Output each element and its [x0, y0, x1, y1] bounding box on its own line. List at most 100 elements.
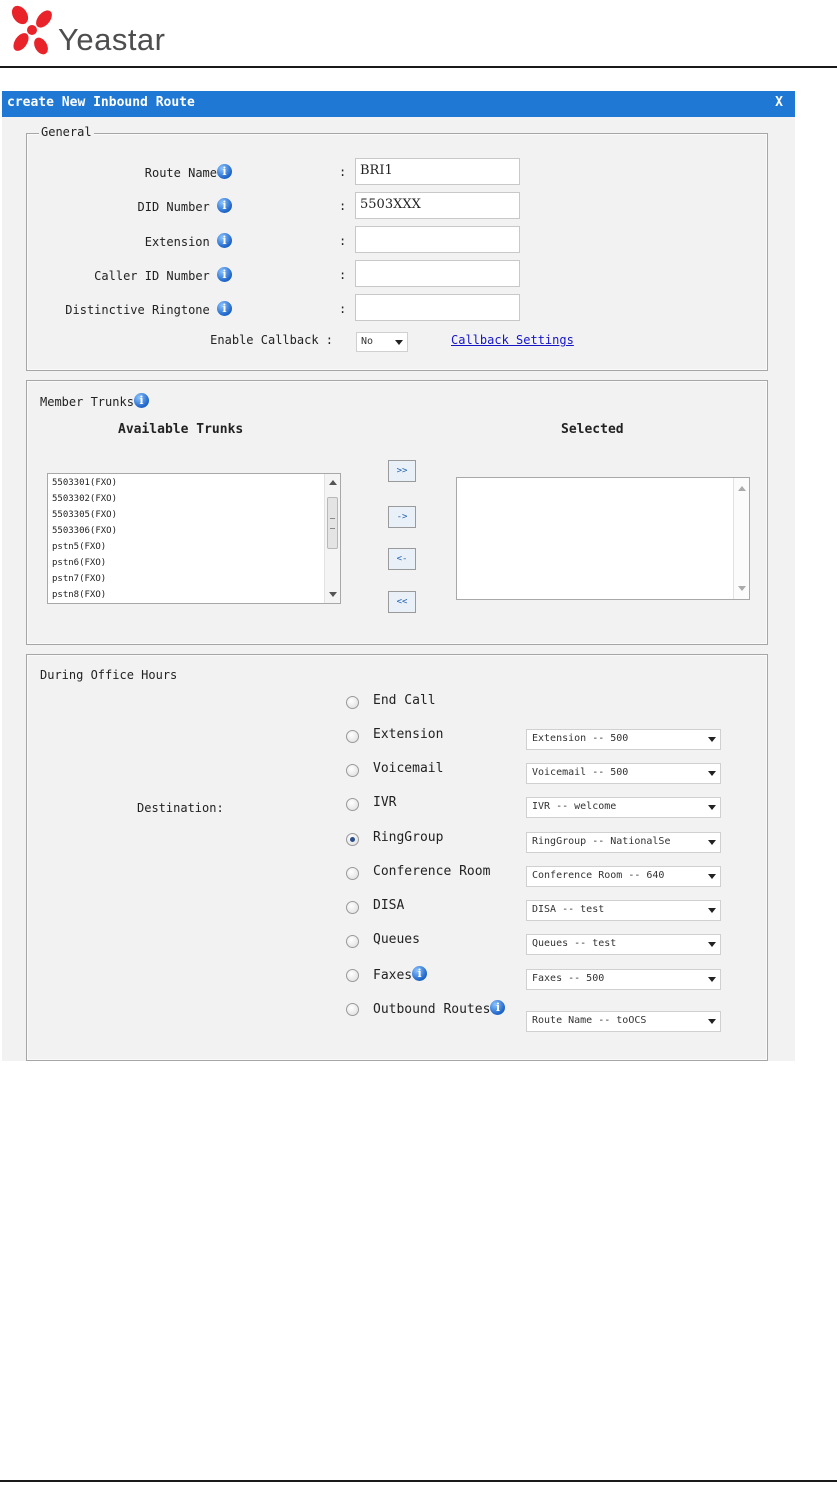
- extension-select[interactable]: Extension -- 500: [526, 729, 721, 750]
- faxes-select[interactable]: Faxes -- 500: [526, 969, 721, 990]
- dialog-titlebar: create New Inbound Route X: [2, 91, 795, 117]
- add-all-button[interactable]: >>: [388, 460, 416, 482]
- disa-select[interactable]: DISA -- test: [526, 900, 721, 921]
- trunk-list-item[interactable]: 5503306(FXO): [48, 523, 340, 539]
- office-hours-legend: During Office Hours: [38, 668, 180, 682]
- chevron-down-icon: [708, 942, 716, 947]
- enable-callback-select[interactable]: No: [356, 332, 408, 352]
- close-button[interactable]: X: [775, 95, 783, 110]
- info-icon[interactable]: i: [217, 233, 232, 248]
- trunk-list-item[interactable]: pstn5(FXO): [48, 539, 340, 555]
- enable-callback-value: No: [361, 336, 374, 347]
- chevron-down-icon: [708, 908, 716, 913]
- radio-ringgroup[interactable]: [346, 833, 359, 846]
- radio-extension[interactable]: [346, 730, 359, 743]
- radio-label-extension[interactable]: Extension: [373, 727, 443, 742]
- trunk-list-item[interactable]: 5503305(FXO): [48, 507, 340, 523]
- extension-input[interactable]: [355, 226, 520, 253]
- radio-label-faxes[interactable]: Faxes i: [373, 966, 428, 983]
- conference-room-select[interactable]: Conference Room -- 640: [526, 866, 721, 887]
- scroll-up-icon[interactable]: [329, 480, 337, 485]
- scrollbar[interactable]: [733, 478, 749, 599]
- selected-trunks-header: Selected: [561, 422, 624, 437]
- chevron-down-icon: [708, 737, 716, 742]
- voicemail-select[interactable]: Voicemail -- 500: [526, 763, 721, 784]
- route-name-label: Route Name i: [145, 164, 232, 180]
- remove-all-button[interactable]: <<: [388, 591, 416, 613]
- remove-button[interactable]: <-: [388, 548, 416, 570]
- route-name-input[interactable]: BRI1: [355, 158, 520, 185]
- trunk-list-item[interactable]: pstn6(FXO): [48, 555, 340, 571]
- faxes-select-value: Faxes -- 500: [532, 973, 605, 984]
- radio-end-call[interactable]: [346, 696, 359, 709]
- scroll-down-icon[interactable]: [738, 586, 746, 591]
- ringgroup-select[interactable]: RingGroup -- NationalSe: [526, 832, 721, 853]
- enable-callback-label: Enable Callback :: [210, 333, 333, 347]
- trunk-list-item[interactable]: 5503301(FXO): [48, 475, 340, 491]
- radio-disa[interactable]: [346, 901, 359, 914]
- trunk-list-item[interactable]: pstn8(FXO): [48, 587, 340, 603]
- queues-select[interactable]: Queues -- test: [526, 934, 721, 955]
- radio-faxes[interactable]: [346, 969, 359, 982]
- scroll-down-icon[interactable]: [329, 592, 337, 597]
- general-panel: General Route Name i : BRI1 DID Number i …: [26, 125, 768, 371]
- did-number-label: DID Number i: [138, 198, 232, 214]
- info-icon[interactable]: i: [217, 301, 232, 316]
- disa-select-value: DISA -- test: [532, 904, 605, 915]
- ringtone-label: Distinctive Ringtone i: [65, 301, 232, 317]
- info-icon[interactable]: i: [217, 267, 232, 282]
- caller-id-input[interactable]: [355, 260, 520, 287]
- selected-trunks-list[interactable]: [456, 477, 750, 600]
- radio-label-ringgroup[interactable]: RingGroup: [373, 830, 443, 845]
- scroll-thumb[interactable]: [327, 497, 338, 549]
- trunk-list-item[interactable]: 5503302(FXO): [48, 491, 340, 507]
- queues-select-value: Queues -- test: [532, 938, 617, 949]
- colon: :: [339, 234, 347, 248]
- trunk-list-item[interactable]: pstn7(FXO): [48, 571, 340, 587]
- info-icon[interactable]: i: [217, 164, 232, 179]
- callback-settings-link[interactable]: Callback Settings: [451, 333, 574, 347]
- did-number-input[interactable]: 5503XXX: [355, 192, 520, 219]
- radio-label-conference-room[interactable]: Conference Room: [373, 864, 490, 879]
- add-button[interactable]: ->: [388, 506, 416, 528]
- colon: :: [339, 302, 347, 316]
- radio-label-voicemail[interactable]: Voicemail: [373, 761, 443, 776]
- radio-label-outbound-routes[interactable]: Outbound Routes i: [373, 1000, 506, 1017]
- voicemail-select-value: Voicemail -- 500: [532, 767, 629, 778]
- radio-voicemail[interactable]: [346, 764, 359, 777]
- ringtone-input[interactable]: [355, 294, 520, 321]
- footer-divider: [0, 1480, 837, 1482]
- info-icon[interactable]: i: [217, 198, 232, 213]
- radio-label-disa[interactable]: DISA: [373, 898, 404, 913]
- info-icon[interactable]: i: [133, 393, 149, 408]
- dialog-title: create New Inbound Route: [7, 95, 195, 110]
- radio-queues[interactable]: [346, 935, 359, 948]
- yeastar-logo: Yeastar: [6, 2, 176, 64]
- radio-label-end-call[interactable]: End Call: [373, 693, 436, 708]
- radio-conference-room[interactable]: [346, 867, 359, 880]
- colon: :: [339, 268, 347, 282]
- info-icon[interactable]: i: [490, 1000, 506, 1015]
- chevron-down-icon: [708, 840, 716, 845]
- chevron-down-icon: [708, 805, 716, 810]
- radio-ivr[interactable]: [346, 798, 359, 811]
- scrollbar[interactable]: [324, 474, 340, 603]
- member-trunks-panel: Member Trunks i Available Trunks Selected…: [26, 380, 768, 645]
- scroll-up-icon[interactable]: [738, 486, 746, 491]
- available-trunks-list[interactable]: 5503301(FXO) 5503302(FXO) 5503305(FXO) 5503…: [47, 473, 341, 604]
- chevron-down-icon: [708, 874, 716, 879]
- outbound-routes-select[interactable]: Route Name -- toOCS: [526, 1011, 721, 1032]
- ivr-select-value: IVR -- welcome: [532, 801, 617, 812]
- ivr-select[interactable]: IVR -- welcome: [526, 797, 721, 818]
- member-trunks-legend: Member Trunks i: [38, 393, 151, 409]
- chevron-down-icon: [708, 771, 716, 776]
- info-icon[interactable]: i: [412, 966, 428, 981]
- general-legend: General: [39, 125, 94, 139]
- radio-label-ivr[interactable]: IVR: [373, 795, 396, 810]
- extension-select-value: Extension -- 500: [532, 733, 629, 744]
- logo-mark-icon: [11, 5, 52, 55]
- logo-wordmark: Yeastar: [58, 22, 166, 57]
- radio-outbound-routes[interactable]: [346, 1003, 359, 1016]
- radio-label-queues[interactable]: Queues: [373, 932, 420, 947]
- caller-id-label: Caller ID Number i: [94, 267, 232, 283]
